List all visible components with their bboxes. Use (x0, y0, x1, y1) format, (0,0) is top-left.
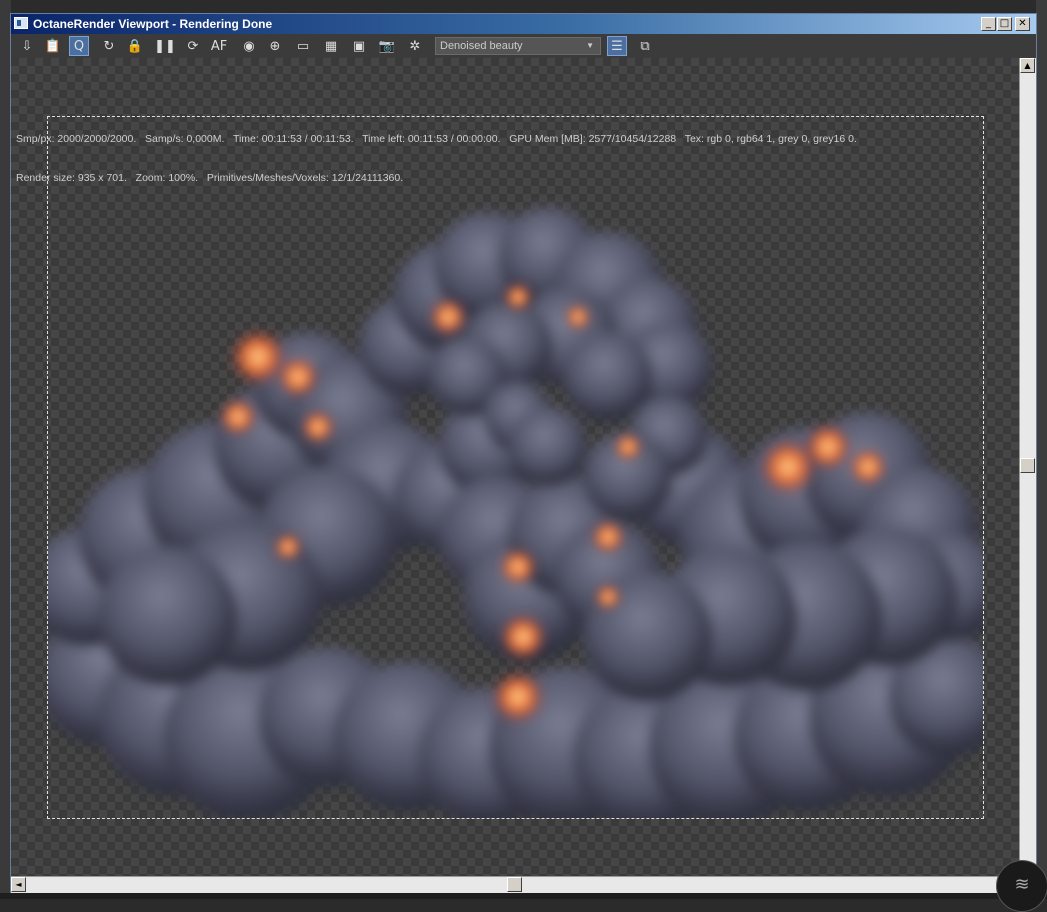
explosion-render-image (48, 207, 983, 818)
chevron-down-icon: ▼ (586, 41, 594, 50)
refresh-icon[interactable]: ⟳ (183, 36, 203, 56)
fire-glow-spot (498, 612, 548, 662)
render-region[interactable] (47, 116, 984, 819)
image-view-icon[interactable]: ⧉ (635, 36, 655, 56)
pause-icon[interactable]: ❚❚ (154, 36, 176, 56)
auto-focus-icon[interactable]: AF (209, 36, 229, 56)
smoke-puff (563, 332, 653, 422)
camera-icon[interactable]: 📷 (377, 36, 397, 56)
render-viewport[interactable]: Smp/px: 2000/2000/2000. Samp/s: 0,000M. … (11, 58, 1019, 876)
fire-glow-spot (273, 532, 303, 562)
horizontal-scrollbar[interactable]: ◄ (11, 876, 1019, 893)
color-picker-icon[interactable]: ◉ (239, 36, 259, 56)
window-title: OctaneRender Viewport - Rendering Done (33, 17, 273, 31)
settings-icon[interactable]: ✲ (405, 36, 425, 56)
horizontal-scroll-thumb[interactable] (507, 877, 522, 892)
restart-icon[interactable]: ↻ (99, 36, 119, 56)
render-pass-dropdown[interactable]: Denoised beauty ▼ (435, 37, 601, 55)
monitor-icon[interactable]: ▭ (293, 36, 313, 56)
background-panel-right (1036, 0, 1047, 899)
smoke-puff (98, 547, 238, 687)
fire-glow-spot (564, 303, 592, 331)
film-icon[interactable]: ▦ (321, 36, 341, 56)
film-red-icon[interactable]: ▣ (349, 36, 369, 56)
title-bar[interactable]: OctaneRender Viewport - Rendering Done _… (11, 14, 1036, 34)
render-pass-value: Denoised beauty (440, 40, 523, 52)
octane-viewport-window: OctaneRender Viewport - Rendering Done _… (10, 13, 1037, 893)
fire-glow-spot (300, 409, 336, 445)
close-button[interactable]: ✕ (1015, 17, 1030, 31)
background-panel-bottom (0, 893, 1047, 899)
fire-glow-spot (594, 583, 622, 611)
table-view-icon[interactable]: ☰ (607, 36, 627, 56)
clipboard-icon[interactable]: 📋 (43, 36, 63, 56)
send-scene-icon[interactable]: ⇩ (17, 36, 37, 56)
fire-glow-spot (276, 355, 320, 399)
fire-glow-spot (613, 432, 643, 462)
fire-glow-spot (428, 297, 468, 337)
maximize-button[interactable]: □ (997, 17, 1012, 31)
scroll-left-button[interactable]: ◄ (11, 877, 26, 892)
fire-glow-spot (503, 282, 533, 312)
vertical-scrollbar[interactable]: ▲ (1019, 58, 1036, 876)
fire-glow-spot (498, 547, 538, 587)
lock-icon[interactable]: 🔒 (125, 36, 145, 56)
fire-glow-spot (590, 519, 626, 555)
app-icon (14, 17, 28, 29)
fire-glow-spot (218, 397, 258, 437)
wind-icon[interactable]: ≋ (996, 860, 1047, 912)
quick-render-icon[interactable]: Q (69, 36, 89, 56)
fire-glow-spot (848, 447, 888, 487)
viewport-toolbar: ⇩ 📋 Q ↻ 🔒 ❚❚ ⟳ AF ◉ ⊕ ▭ ▦ ▣ 📷 ✲ Denoised beauty ▼ ☰ ⧉ (11, 34, 1036, 58)
scroll-up-button[interactable]: ▲ (1020, 58, 1035, 73)
smoke-puff (508, 407, 588, 487)
minimize-button[interactable]: _ (981, 17, 996, 31)
vertical-scroll-thumb[interactable] (1020, 458, 1035, 473)
fire-glow-spot (803, 422, 853, 472)
fire-glow-spot (490, 669, 546, 725)
region-icon[interactable]: ⊕ (265, 36, 285, 56)
